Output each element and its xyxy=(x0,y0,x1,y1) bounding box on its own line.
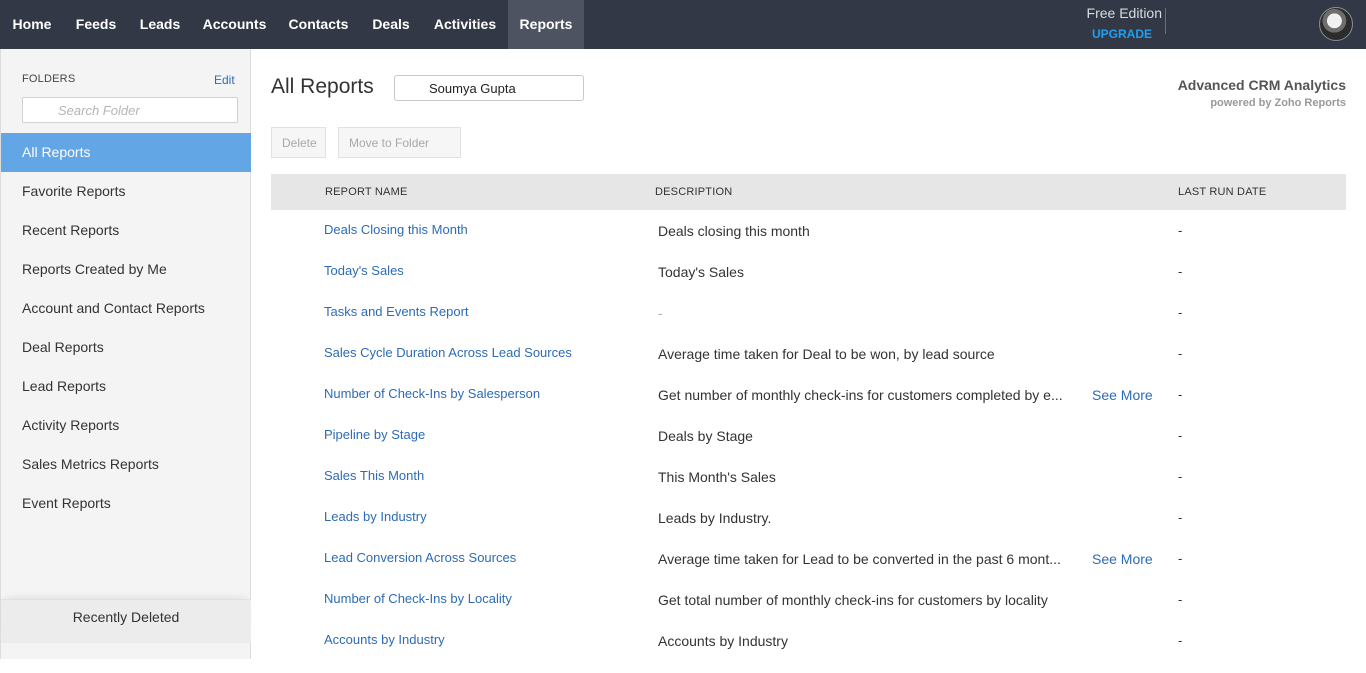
folder-activity-reports[interactable]: Activity Reports xyxy=(1,406,251,445)
report-description: Average time taken for Lead to be conver… xyxy=(658,551,1061,567)
folders-heading: FOLDERS xyxy=(22,73,76,85)
report-last-run: - xyxy=(1178,592,1183,607)
table-row: Number of Check-Ins by Salesperson Get n… xyxy=(271,386,1346,427)
report-last-run: - xyxy=(1178,510,1183,525)
nav-tab-deals[interactable]: Deals xyxy=(360,0,422,49)
folders-sidebar: FOLDERS Edit All Reports Favorite Report… xyxy=(0,49,251,659)
table-row: Lead Conversion Across Sources Average t… xyxy=(271,550,1346,591)
table-row: Today's Sales Today's Sales - xyxy=(271,263,1346,304)
report-search-input[interactable] xyxy=(394,75,584,101)
report-last-run: - xyxy=(1178,305,1183,320)
page-title: All Reports xyxy=(271,75,374,98)
top-navigation-bar: Home Feeds Leads Accounts Contacts Deals… xyxy=(0,0,1366,49)
report-description: Today's Sales xyxy=(658,264,744,280)
report-description: - xyxy=(658,305,663,321)
report-description: Get number of monthly check-ins for cust… xyxy=(658,387,1063,403)
report-name-link[interactable]: Number of Check-Ins by Salesperson xyxy=(324,386,540,401)
table-row: Deals Closing this Month Deals closing t… xyxy=(271,222,1346,263)
nav-tab-contacts[interactable]: Contacts xyxy=(277,0,360,49)
report-description: Accounts by Industry xyxy=(658,633,788,649)
recently-deleted-button[interactable]: Recently Deleted xyxy=(1,599,251,643)
folder-reports-created-by-me[interactable]: Reports Created by Me xyxy=(1,250,251,289)
edit-folders-link[interactable]: Edit xyxy=(214,73,235,87)
report-last-run: - xyxy=(1178,264,1183,279)
report-name-link[interactable]: Lead Conversion Across Sources xyxy=(324,550,516,565)
folder-recent-reports[interactable]: Recent Reports xyxy=(1,211,251,250)
table-row: Sales Cycle Duration Across Lead Sources… xyxy=(271,345,1346,386)
report-description: Average time taken for Deal to be won, b… xyxy=(658,346,995,362)
edition-label: Free Edition xyxy=(1086,5,1162,21)
report-name-link[interactable]: Number of Check-Ins by Locality xyxy=(324,591,512,606)
report-description: Get total number of monthly check-ins fo… xyxy=(658,592,1048,608)
report-description: This Month's Sales xyxy=(658,469,776,485)
report-last-run: - xyxy=(1178,428,1183,443)
column-last-run-date[interactable]: LAST RUN DATE xyxy=(1178,174,1266,211)
see-more-link[interactable]: See More xyxy=(1092,551,1153,567)
search-folder-input[interactable] xyxy=(22,97,238,123)
folder-deal-reports[interactable]: Deal Reports xyxy=(1,328,251,367)
reports-table-header: REPORT NAME DESCRIPTION LAST RUN DATE xyxy=(271,174,1346,210)
user-avatar[interactable] xyxy=(1319,7,1353,41)
folder-lead-reports[interactable]: Lead Reports xyxy=(1,367,251,406)
see-more-link[interactable]: See More xyxy=(1092,387,1153,403)
table-row: Number of Check-Ins by Locality Get tota… xyxy=(271,591,1346,632)
table-row: Tasks and Events Report - - xyxy=(271,304,1346,345)
report-name-link[interactable]: Sales This Month xyxy=(324,468,424,483)
nav-tab-activities[interactable]: Activities xyxy=(422,0,508,49)
folder-all-reports[interactable]: All Reports xyxy=(1,133,251,172)
report-last-run: - xyxy=(1178,387,1183,402)
report-description: Deals closing this month xyxy=(658,223,810,239)
report-name-link[interactable]: Pipeline by Stage xyxy=(324,427,425,442)
table-row: Pipeline by Stage Deals by Stage - xyxy=(271,427,1346,468)
nav-tab-feeds[interactable]: Feeds xyxy=(64,0,128,49)
report-description: Leads by Industry. xyxy=(658,510,772,526)
report-name-link[interactable]: Tasks and Events Report xyxy=(324,304,469,319)
report-last-run: - xyxy=(1178,551,1183,566)
report-last-run: - xyxy=(1178,223,1183,238)
folder-sales-metrics-reports[interactable]: Sales Metrics Reports xyxy=(1,445,251,484)
folder-event-reports[interactable]: Event Reports xyxy=(1,484,251,523)
report-name-link[interactable]: Today's Sales xyxy=(324,263,404,278)
column-description[interactable]: DESCRIPTION xyxy=(655,174,732,211)
table-row: Sales This Month This Month's Sales - xyxy=(271,468,1346,509)
analytics-powered-by: powered by Zoho Reports xyxy=(1210,97,1346,109)
report-name-link[interactable]: Sales Cycle Duration Across Lead Sources xyxy=(324,345,572,360)
column-report-name[interactable]: REPORT NAME xyxy=(325,174,407,211)
nav-tab-leads[interactable]: Leads xyxy=(128,0,192,49)
upgrade-link[interactable]: UPGRADE xyxy=(1066,27,1152,41)
report-last-run: - xyxy=(1178,346,1183,361)
nav-tab-accounts[interactable]: Accounts xyxy=(192,0,277,49)
report-name-link[interactable]: Accounts by Industry xyxy=(324,632,445,647)
table-row: Leads by Industry Leads by Industry. - xyxy=(271,509,1346,550)
report-last-run: - xyxy=(1178,633,1183,648)
folder-account-contact-reports[interactable]: Account and Contact Reports xyxy=(1,289,251,328)
report-name-link[interactable]: Leads by Industry xyxy=(324,509,427,524)
nav-divider xyxy=(1165,8,1166,34)
nav-tab-reports[interactable]: Reports xyxy=(508,0,584,49)
report-name-link[interactable]: Deals Closing this Month xyxy=(324,222,468,237)
report-last-run: - xyxy=(1178,469,1183,484)
folder-favorite-reports[interactable]: Favorite Reports xyxy=(1,172,251,211)
delete-button[interactable]: Delete xyxy=(271,127,326,158)
report-description: Deals by Stage xyxy=(658,428,753,444)
move-to-folder-button[interactable]: Move to Folder xyxy=(338,127,461,158)
table-row: Accounts by Industry Accounts by Industr… xyxy=(271,632,1346,673)
nav-tab-home[interactable]: Home xyxy=(0,0,64,49)
advanced-analytics-link[interactable]: Advanced CRM Analytics xyxy=(1178,77,1346,93)
